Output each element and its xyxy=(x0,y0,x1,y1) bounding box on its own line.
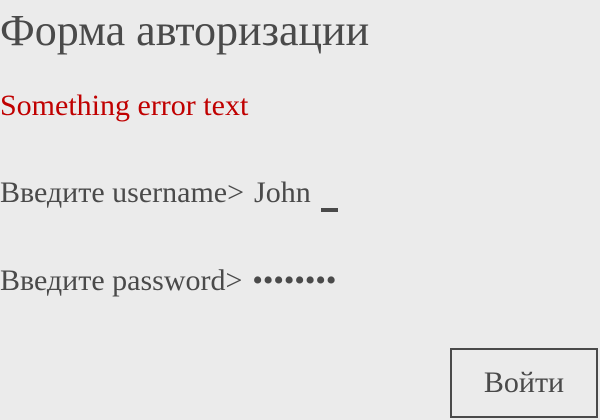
text-cursor xyxy=(320,208,338,212)
username-value[interactable]: John xyxy=(254,176,311,209)
login-button[interactable]: Войти xyxy=(450,348,598,418)
username-field[interactable]: Введите username> John xyxy=(0,175,338,212)
username-prompt: Введите username> xyxy=(0,176,245,209)
login-form: Форма авторизации Something error text В… xyxy=(0,0,600,420)
password-prompt: Введите password> xyxy=(0,264,243,297)
page-title: Форма авторизации xyxy=(0,6,370,55)
password-field[interactable]: Введите password> •••••••• xyxy=(0,263,336,299)
password-value[interactable]: •••••••• xyxy=(252,264,336,297)
error-message: Something error text xyxy=(0,89,249,122)
